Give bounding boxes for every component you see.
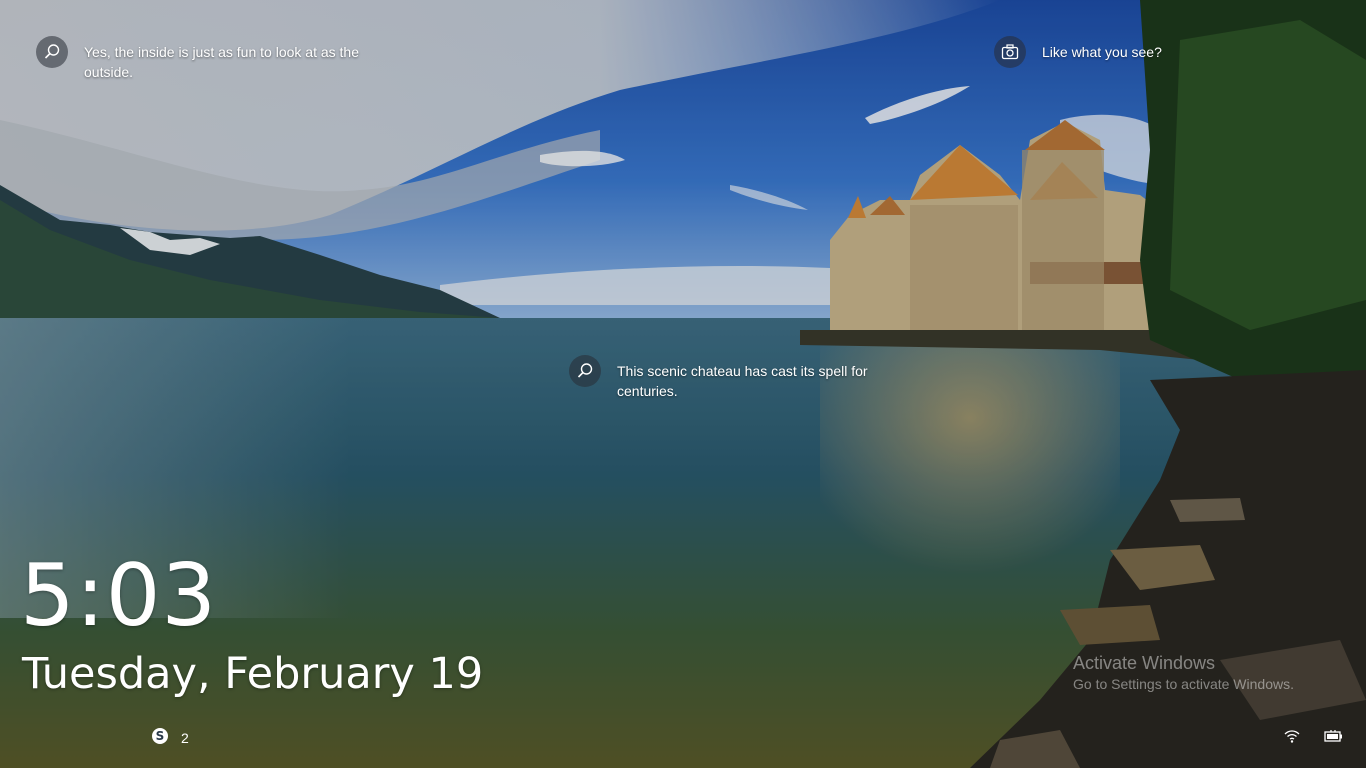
search-icon — [36, 36, 68, 68]
hotspot-text: Yes, the inside is just as fun to look a… — [84, 44, 359, 80]
lock-screen[interactable]: Yes, the inside is just as fun to look a… — [0, 0, 1366, 768]
notification-badge: S 2 — [151, 727, 189, 748]
network-icon — [1284, 728, 1300, 744]
svg-text:S: S — [156, 729, 165, 743]
camera-icon — [994, 36, 1026, 68]
skype-icon: S — [151, 727, 169, 748]
status-tray — [1260, 728, 1344, 744]
hotspot-chateau[interactable]: This scenic chateau has cast its spell f… — [569, 355, 897, 401]
search-icon — [569, 355, 601, 387]
lock-clock: 5:03 — [20, 546, 218, 646]
watermark-title: Activate Windows — [1073, 653, 1216, 673]
activate-windows-watermark: Activate Windows Go to Settings to activ… — [1073, 652, 1294, 694]
hotspot-text: This scenic chateau has cast its spell f… — [617, 363, 868, 399]
like-text: Like what you see? — [1042, 44, 1162, 60]
like-what-you-see-button[interactable]: Like what you see? — [994, 36, 1162, 68]
hotspot-inside[interactable]: Yes, the inside is just as fun to look a… — [36, 36, 364, 82]
watermark-subtitle: Go to Settings to activate Windows. — [1073, 676, 1294, 692]
notification-count: 2 — [181, 729, 189, 746]
lock-date: Tuesday, February 19 — [22, 649, 484, 699]
battery-icon — [1324, 729, 1344, 743]
